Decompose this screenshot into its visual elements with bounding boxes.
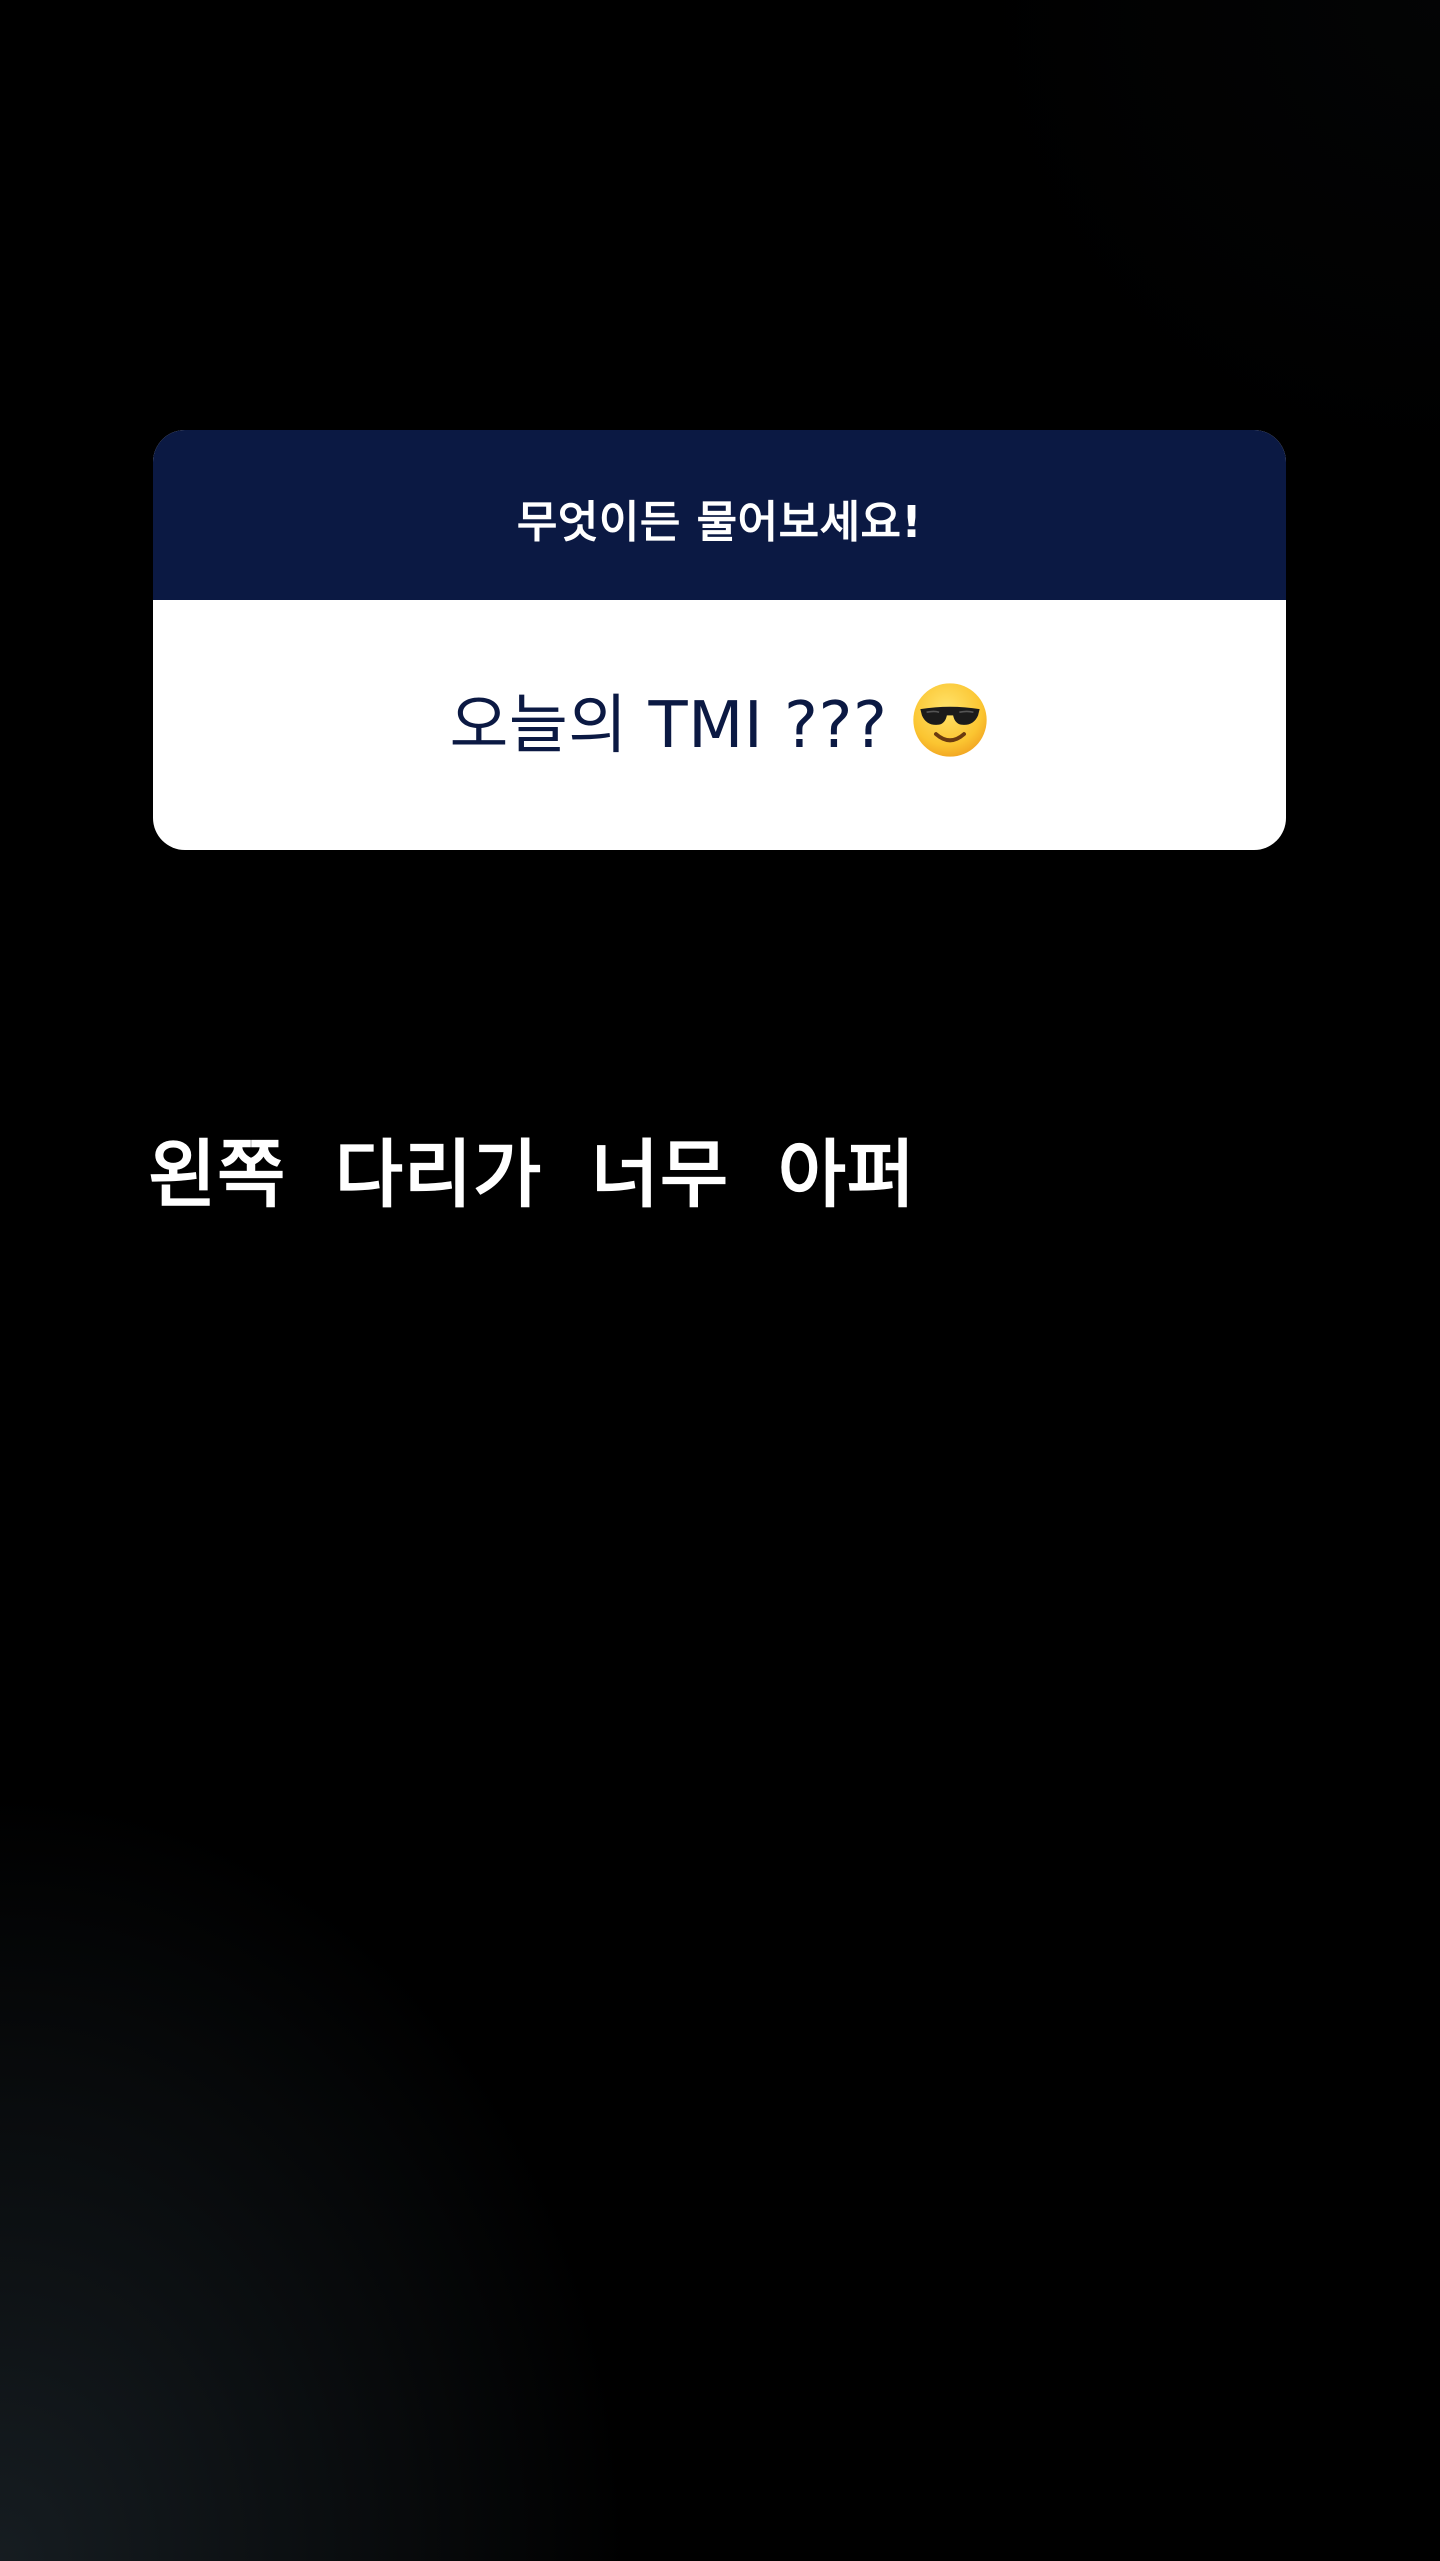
question-sticker-body: 오늘의 TMI ??? <box>153 600 1286 850</box>
answer-text: 왼쪽 다리가 너무 아퍼 <box>148 1132 917 1218</box>
smiling-face-with-sunglasses-icon <box>913 683 988 757</box>
question-sticker[interactable]: 무엇이든 물어보세요! 오늘의 TMI ??? <box>153 430 1286 850</box>
background <box>0 0 1440 2561</box>
question-text: 오늘의 TMI ??? <box>449 689 888 763</box>
question-sticker-prompt: 무엇이든 물어보세요! <box>516 497 923 548</box>
question-sticker-header: 무엇이든 물어보세요! <box>153 430 1286 600</box>
